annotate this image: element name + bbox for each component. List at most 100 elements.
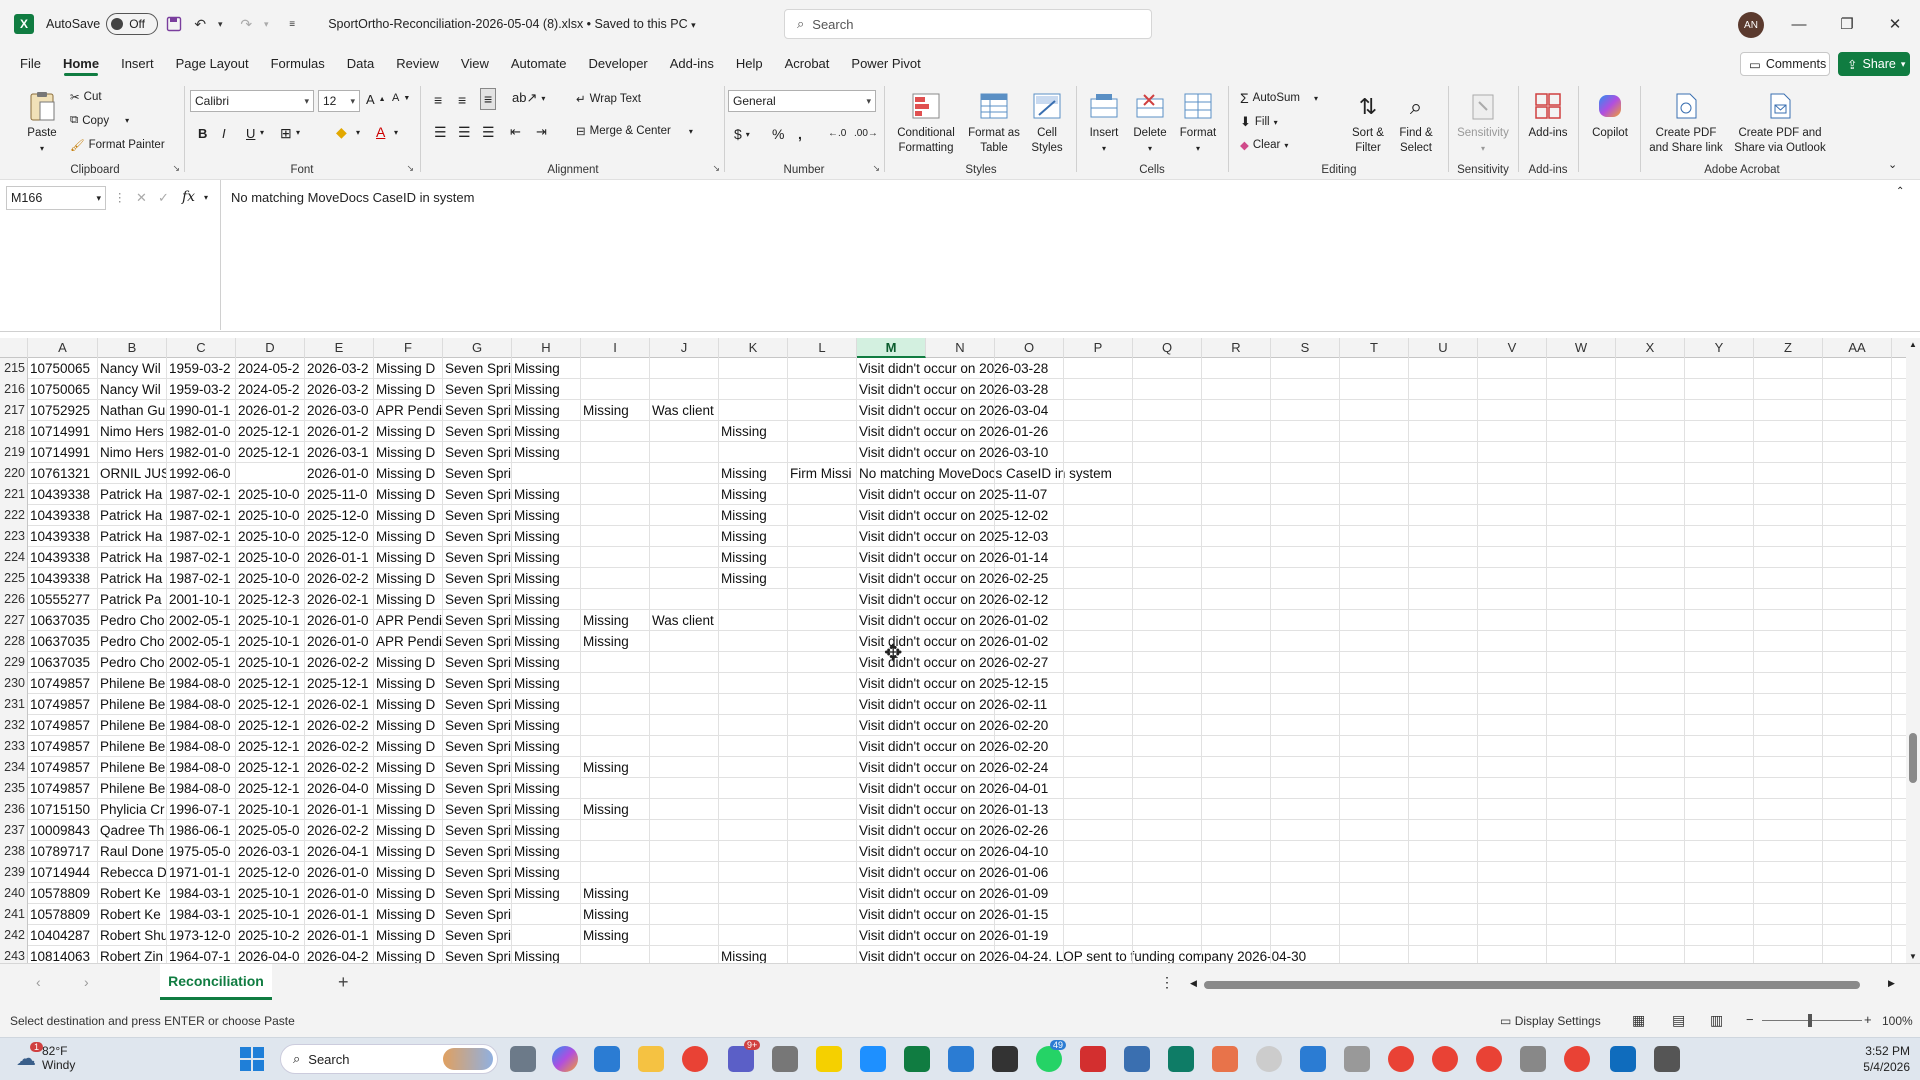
cell-k[interactable] [719, 883, 788, 904]
cell-e[interactable]: 2026-01-1 [305, 904, 374, 925]
redo-dropdown-icon[interactable]: ▾ [256, 11, 276, 37]
cell-t[interactable] [1340, 442, 1409, 463]
cell-n[interactable] [926, 589, 995, 610]
cell-aa[interactable] [1823, 568, 1892, 589]
cell-b[interactable]: Rebecca D [98, 862, 167, 883]
cell-p[interactable] [1064, 778, 1133, 799]
cell-t[interactable] [1340, 799, 1409, 820]
sort-filter-button[interactable]: ⇅ Sort & Filter [1344, 90, 1392, 156]
cell-g[interactable]: Seven Spri [443, 484, 512, 505]
cell-r[interactable] [1202, 820, 1271, 841]
find-select-button[interactable]: ⌕ Find & Select [1390, 90, 1442, 156]
cell-r[interactable] [1202, 652, 1271, 673]
column-header-a[interactable]: A [28, 338, 98, 358]
cell-b[interactable]: Patrick Ha [98, 547, 167, 568]
cell-v[interactable] [1478, 652, 1547, 673]
cell-k[interactable]: Missing [719, 547, 788, 568]
cell-d[interactable]: 2025-12-1 [236, 715, 305, 736]
cell-b[interactable]: Nancy Wil [98, 379, 167, 400]
cell-o[interactable] [995, 379, 1064, 400]
row-header[interactable]: 217 [0, 400, 28, 421]
cell-z[interactable] [1754, 799, 1823, 820]
cell-w[interactable] [1547, 421, 1616, 442]
cell-c[interactable]: 1987-02-1 [167, 568, 236, 589]
cell-g[interactable]: Seven Spri [443, 694, 512, 715]
notepad-icon[interactable] [948, 1046, 974, 1072]
cell-l[interactable] [788, 841, 857, 862]
cell-a[interactable]: 10637035 [28, 631, 98, 652]
cell-n[interactable] [926, 379, 995, 400]
cell-t[interactable] [1340, 379, 1409, 400]
cell-o[interactable] [995, 862, 1064, 883]
cell-x[interactable] [1616, 463, 1685, 484]
cell-e[interactable]: 2026-03-2 [305, 358, 374, 379]
cell-m[interactable]: Visit didn't occur on 2025-12-03 [857, 526, 1048, 547]
cell-s[interactable] [1271, 778, 1340, 799]
cell-s[interactable] [1271, 883, 1340, 904]
cell-m[interactable]: Visit didn't occur on 2026-02-25 [857, 568, 1048, 589]
merge-center-button[interactable]: ⊟ Merge & Center ▾ [576, 124, 693, 138]
cell-q[interactable] [1133, 799, 1202, 820]
cell-u[interactable] [1409, 547, 1478, 568]
tab-insert[interactable]: Insert [110, 48, 165, 78]
cell-l[interactable] [788, 820, 857, 841]
cell-o[interactable] [995, 946, 1064, 963]
cell-i[interactable] [581, 547, 650, 568]
cell-m[interactable]: Visit didn't occur on 2026-03-28 [857, 379, 1048, 400]
cell-c[interactable]: 1987-02-1 [167, 526, 236, 547]
cell-f[interactable]: Missing D [374, 463, 443, 484]
cell-y[interactable] [1685, 820, 1754, 841]
cell-a[interactable]: 10404287 [28, 925, 98, 946]
cell-c[interactable]: 1973-12-0 [167, 925, 236, 946]
column-header-y[interactable]: Y [1685, 338, 1754, 358]
cell-q[interactable] [1133, 673, 1202, 694]
autosum-button[interactable]: Σ AutoSum ▾ [1240, 90, 1318, 106]
cell-f[interactable]: Missing D [374, 421, 443, 442]
cell-g[interactable]: Seven Spri [443, 589, 512, 610]
sticky-notes-icon[interactable] [816, 1046, 842, 1072]
cell-t[interactable] [1340, 925, 1409, 946]
cell-v[interactable] [1478, 400, 1547, 421]
autosave[interactable]: AutoSave Off [46, 13, 159, 35]
cell-h[interactable]: Missing [512, 862, 581, 883]
cell-p[interactable] [1064, 568, 1133, 589]
cell-r[interactable] [1202, 925, 1271, 946]
cell-d[interactable]: 2025-10-1 [236, 631, 305, 652]
increase-decimal-icon[interactable]: ←.0 [828, 128, 846, 139]
cell-k[interactable]: Missing [719, 484, 788, 505]
cell-k[interactable]: Missing [719, 463, 788, 484]
undo-icon[interactable]: ↶ [190, 11, 210, 37]
cell-t[interactable] [1340, 757, 1409, 778]
chrome-profile-3-icon[interactable] [1476, 1046, 1502, 1072]
cell-g[interactable]: Seven Spri [443, 736, 512, 757]
cell-w[interactable] [1547, 694, 1616, 715]
column-header-c[interactable]: C [167, 338, 236, 358]
cell-u[interactable] [1409, 379, 1478, 400]
cell-e[interactable]: 2026-04-2 [305, 946, 374, 963]
cell-c[interactable]: 1984-08-0 [167, 778, 236, 799]
cell-i[interactable]: Missing [581, 610, 650, 631]
cancel-icon[interactable]: ✕ [136, 190, 147, 206]
cell-q[interactable] [1133, 694, 1202, 715]
cell-x[interactable] [1616, 505, 1685, 526]
cell-v[interactable] [1478, 673, 1547, 694]
cell-w[interactable] [1547, 652, 1616, 673]
cell-l[interactable] [788, 505, 857, 526]
cell-l[interactable] [788, 778, 857, 799]
cell-l[interactable] [788, 694, 857, 715]
cell-p[interactable] [1064, 421, 1133, 442]
cell-u[interactable] [1409, 883, 1478, 904]
cell-x[interactable] [1616, 715, 1685, 736]
cell-j[interactable] [650, 862, 719, 883]
cell-w[interactable] [1547, 820, 1616, 841]
outlook-icon[interactable] [1610, 1046, 1636, 1072]
column-header-j[interactable]: J [650, 338, 719, 358]
cell-g[interactable]: Seven Spri [443, 631, 512, 652]
number-format-select[interactable]: General ▾ [728, 90, 876, 112]
format-cells-button[interactable]: Format ▾ [1174, 90, 1222, 156]
cell-n[interactable] [926, 904, 995, 925]
cell-i[interactable] [581, 358, 650, 379]
cell-b[interactable]: Robert Zin [98, 946, 167, 963]
cell-i[interactable] [581, 505, 650, 526]
cell-z[interactable] [1754, 442, 1823, 463]
